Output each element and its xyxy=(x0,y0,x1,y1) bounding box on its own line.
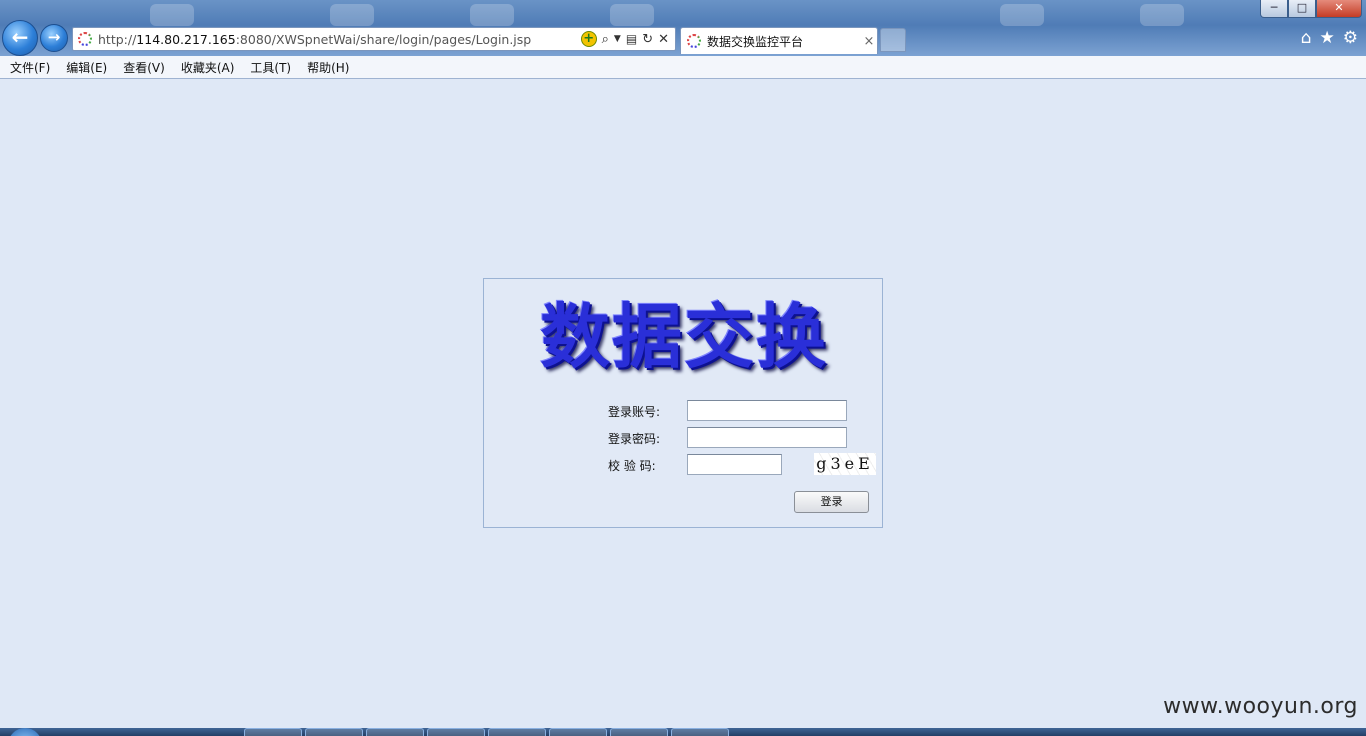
account-input[interactable] xyxy=(687,400,847,421)
background-decoration xyxy=(1140,4,1184,26)
new-tab-button[interactable] xyxy=(880,28,906,52)
taskbar-item[interactable] xyxy=(549,728,607,736)
url-host: 114.80.217.165 xyxy=(136,31,236,47)
logo-title: 数据交换 xyxy=(540,296,828,378)
start-button[interactable] xyxy=(8,728,42,736)
site-favicon-icon xyxy=(78,32,92,46)
menu-bar: 文件(F) 编辑(E) 查看(V) 收藏夹(A) 工具(T) 帮助(H) xyxy=(0,56,1366,79)
taskbar-item[interactable] xyxy=(488,728,546,736)
tab-close-icon[interactable]: × xyxy=(861,34,877,49)
tab-active[interactable]: 数据交换监控平台 × xyxy=(680,27,878,54)
search-icon[interactable]: ⌕ xyxy=(602,32,609,47)
menu-tools[interactable]: 工具(T) xyxy=(242,59,299,76)
menu-favorites[interactable]: 收藏夹(A) xyxy=(173,59,243,76)
taskbar xyxy=(0,728,1366,736)
close-window-button[interactable]: ✕ xyxy=(1316,0,1362,18)
taskbar-item[interactable] xyxy=(244,728,302,736)
watermark: www.wooyun.org xyxy=(1163,694,1358,719)
favorites-star-icon[interactable]: ★ xyxy=(1320,28,1335,48)
password-label: 登录密码: xyxy=(608,432,661,446)
menu-edit[interactable]: 编辑(E) xyxy=(58,59,115,76)
arrow-left-icon: ← xyxy=(11,25,29,49)
address-bar-icons: + ⌕ ▼ ▤ ↻ ✕ xyxy=(580,31,675,47)
background-decoration xyxy=(610,4,654,26)
background-decoration xyxy=(1000,4,1044,26)
stop-icon[interactable]: ✕ xyxy=(658,32,669,47)
login-button[interactable]: 登录 xyxy=(794,491,869,513)
taskbar-item[interactable] xyxy=(366,728,424,736)
tab-favicon-icon xyxy=(687,34,701,48)
back-button[interactable]: ← xyxy=(2,20,38,56)
captcha-label: 校 验 码: xyxy=(608,459,656,473)
background-decoration xyxy=(150,4,194,26)
login-panel: 数据交换 登录账号: 登录密码: 校 验 码: g3eE 登录 xyxy=(483,278,883,528)
taskbar-item[interactable] xyxy=(671,728,729,736)
background-decoration xyxy=(470,4,514,26)
forward-button[interactable]: → xyxy=(40,24,68,52)
captcha-input[interactable] xyxy=(687,454,782,475)
password-input[interactable] xyxy=(687,427,847,448)
account-label: 登录账号: xyxy=(608,405,661,419)
address-url[interactable]: http://114.80.217.165:8080/XWSpnetWai/sh… xyxy=(98,32,581,47)
maximize-button[interactable]: □ xyxy=(1288,0,1316,18)
address-bar[interactable]: http://114.80.217.165:8080/XWSpnetWai/sh… xyxy=(72,27,676,51)
refresh-icon[interactable]: ↻ xyxy=(642,32,653,47)
menu-help[interactable]: 帮助(H) xyxy=(299,59,357,76)
menu-view[interactable]: 查看(V) xyxy=(115,59,173,76)
window-controls: ─ □ ✕ xyxy=(1260,0,1362,18)
taskbar-item[interactable] xyxy=(610,728,668,736)
home-icon[interactable]: ⌂ xyxy=(1301,28,1312,48)
gear-icon[interactable]: ⚙ xyxy=(1343,28,1358,48)
taskbar-item[interactable] xyxy=(305,728,363,736)
document-icon[interactable]: ▤ xyxy=(626,32,637,46)
background-decoration xyxy=(330,4,374,26)
compatibility-view-icon[interactable]: + xyxy=(580,31,597,47)
taskbar-item[interactable] xyxy=(427,728,485,736)
captcha-image[interactable]: g3eE xyxy=(814,453,876,475)
arrow-right-icon: → xyxy=(47,28,61,46)
url-scheme: http:// xyxy=(98,31,137,47)
browser-toolbar-icons: ⌂ ★ ⚙ xyxy=(1301,28,1358,48)
tab-title: 数据交换监控平台 xyxy=(707,34,804,49)
menu-file[interactable]: 文件(F) xyxy=(2,59,58,76)
minimize-button[interactable]: ─ xyxy=(1260,0,1288,18)
browser-titlebar: ─ □ ✕ ← → http://114.80.217.165:8080/XWS… xyxy=(0,0,1366,56)
url-path: :8080/XWSpnetWai/share/login/pages/Login… xyxy=(235,31,532,47)
dropdown-icon[interactable]: ▼ xyxy=(614,34,621,44)
